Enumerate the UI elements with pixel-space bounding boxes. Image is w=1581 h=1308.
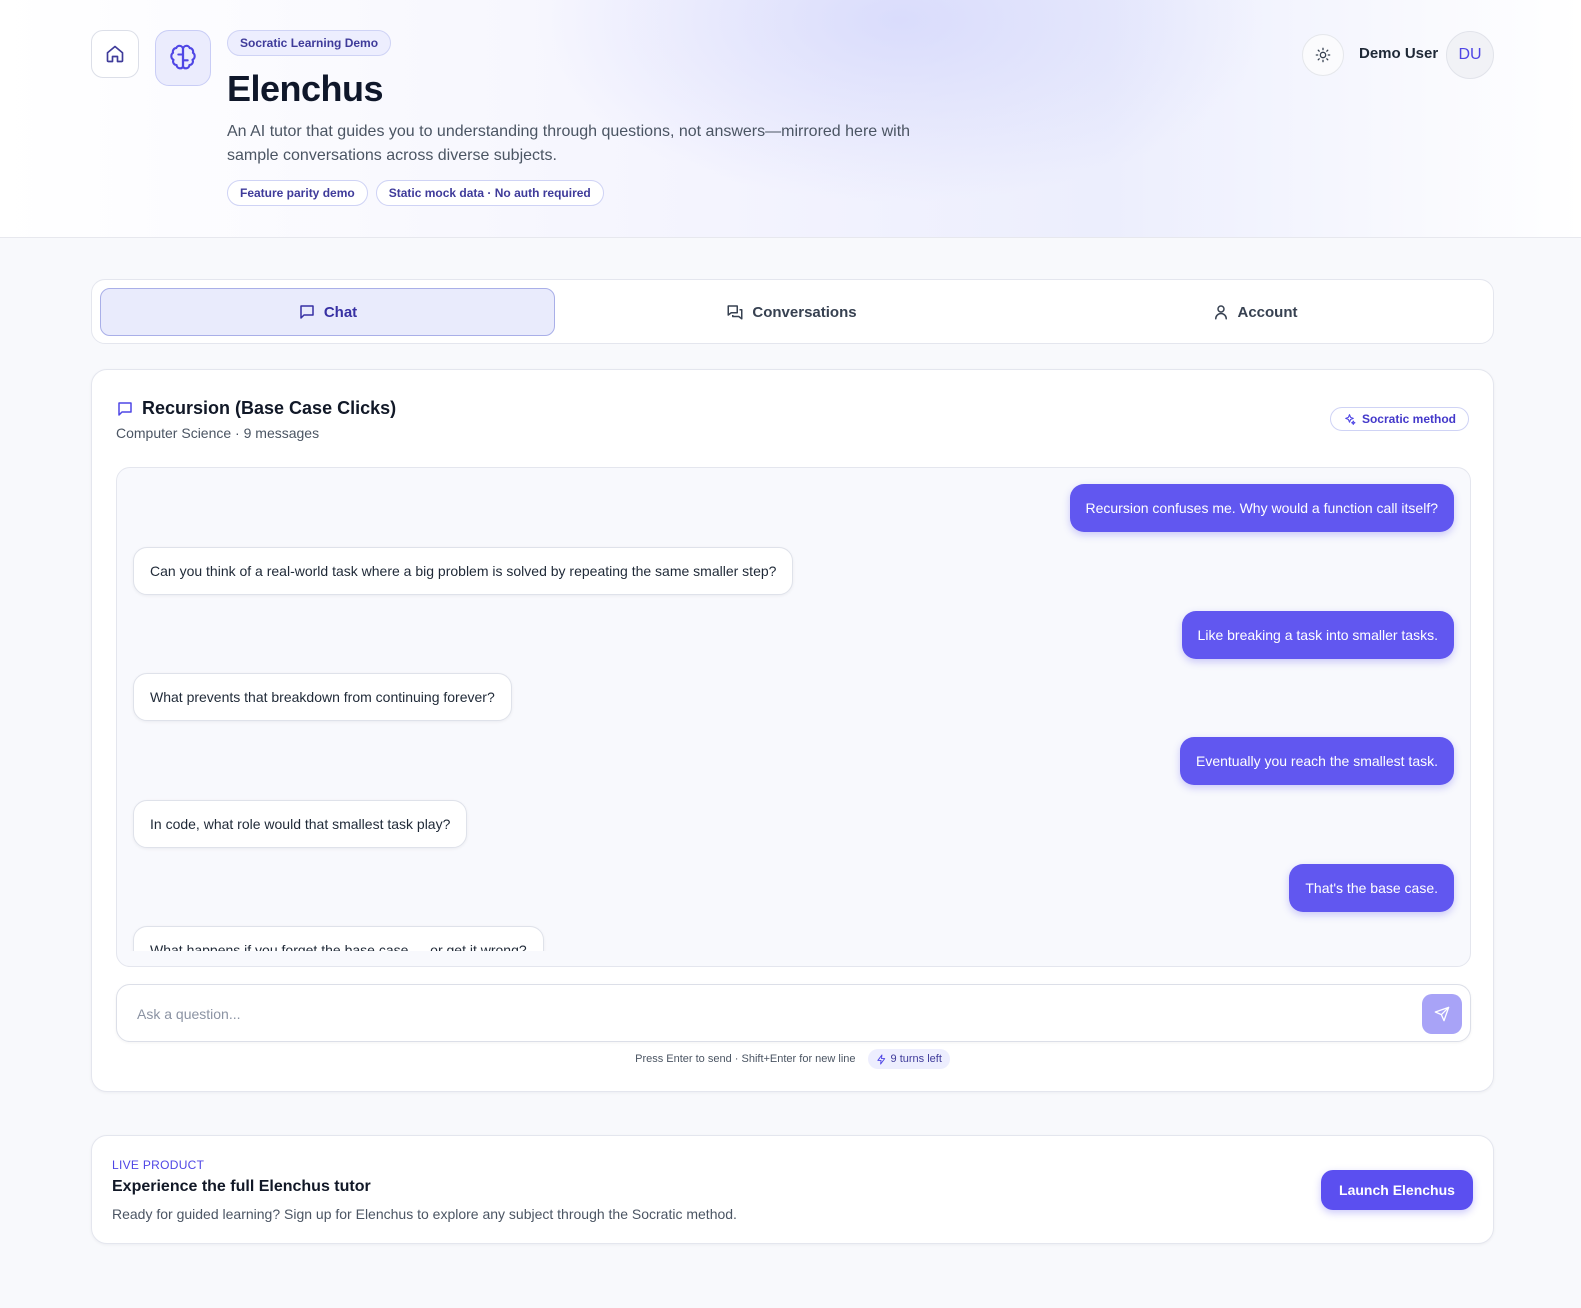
- home-button[interactable]: [91, 30, 139, 78]
- user-message: Eventually you reach the smallest task.: [1179, 737, 1454, 785]
- question-input[interactable]: [137, 999, 1387, 1029]
- page-title: Elenchus: [227, 68, 384, 109]
- tag-static-mock: Static mock data · No auth required: [375, 180, 604, 206]
- socratic-method-badge: Socratic method: [1329, 407, 1469, 431]
- hero-header: Socratic Learning Demo Elenchus An AI tu…: [0, 0, 1581, 238]
- tag-feature-parity: Feature parity demo: [227, 180, 368, 206]
- tab-bar: Chat Conversations Account: [91, 279, 1494, 344]
- user-message: That's the base case.: [1289, 864, 1454, 912]
- tutor-message: What prevents that breakdown from contin…: [133, 673, 512, 721]
- tutor-message: Can you think of a real-world task where…: [133, 547, 794, 595]
- sun-icon: [1315, 47, 1331, 63]
- tab-account-label: Account: [1237, 303, 1298, 321]
- live-product-card: LIVE PRODUCT Experience the full Elenchu…: [91, 1135, 1494, 1244]
- conversation-header: Recursion (Base Case Clicks): [116, 398, 396, 419]
- chat-panel: Recursion (Base Case Clicks) Computer Sc…: [91, 369, 1494, 1092]
- tutor-message: What happens if you forget the base case…: [133, 926, 544, 951]
- brain-icon: [170, 44, 196, 70]
- tab-conversations[interactable]: Conversations: [564, 288, 1019, 336]
- user-icon: [1214, 305, 1227, 320]
- launch-elenchus-button[interactable]: Launch Elenchus: [1321, 1170, 1473, 1210]
- keyboard-hint: Press Enter to send · Shift+Enter for ne…: [635, 1053, 856, 1065]
- send-button[interactable]: [1422, 994, 1462, 1034]
- message-list[interactable]: Recursion confuses me. Why would a funct…: [116, 467, 1471, 967]
- avatar[interactable]: DU: [1446, 31, 1494, 79]
- tab-chat-label: Chat: [323, 303, 358, 321]
- turns-left-badge: 9 turns left: [867, 1049, 950, 1069]
- conversation-title: Recursion (Base Case Clicks): [142, 398, 397, 418]
- tutor-message: In code, what role would that smallest t…: [133, 800, 468, 848]
- chat-bubble-icon: [118, 401, 132, 416]
- conversations-icon: [727, 305, 743, 320]
- user-name: Demo User: [1359, 45, 1439, 62]
- sparkles-icon: [1345, 413, 1356, 425]
- socratic-method-label: Socratic method: [1361, 412, 1456, 426]
- chat-bubble-icon: [300, 305, 314, 319]
- tab-chat[interactable]: Chat: [100, 288, 555, 336]
- send-icon: [1434, 1006, 1450, 1022]
- tag-row: Feature parity demo Static mock data · N…: [227, 180, 604, 206]
- conversation-meta: Computer Science · 9 messages: [116, 425, 320, 441]
- composer-hint-row: Press Enter to send · Shift+Enter for ne…: [92, 1049, 1493, 1069]
- cta-kicker: LIVE PRODUCT: [112, 1158, 205, 1172]
- tab-account[interactable]: Account: [1027, 288, 1482, 336]
- user-message: Like breaking a task into smaller tasks.: [1181, 611, 1454, 659]
- lightning-icon: [876, 1053, 885, 1065]
- demo-badge: Socratic Learning Demo: [227, 30, 392, 56]
- tab-conversations-label: Conversations: [752, 303, 857, 321]
- message-scroll-area: Recursion confuses me. Why would a funct…: [117, 468, 1470, 951]
- app-logo: [155, 30, 211, 86]
- theme-toggle-button[interactable]: [1302, 34, 1344, 76]
- page-description: An AI tutor that guides you to understan…: [227, 123, 911, 164]
- cta-title: Experience the full Elenchus tutor: [112, 1178, 371, 1195]
- cta-description: Ready for guided learning? Sign up for E…: [112, 1206, 737, 1222]
- message-composer: [116, 984, 1471, 1042]
- home-icon: [106, 45, 124, 63]
- user-message: Recursion confuses me. Why would a funct…: [1069, 484, 1454, 532]
- turns-left-label: 9 turns left: [890, 1053, 942, 1065]
